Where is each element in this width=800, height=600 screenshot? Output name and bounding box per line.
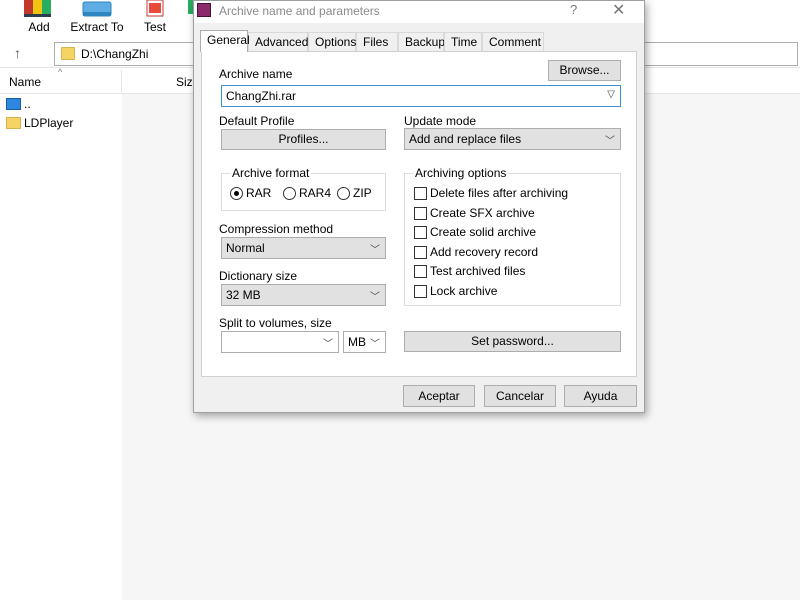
archive-name-input[interactable]: ChangZhi.rar ▽	[221, 85, 621, 107]
column-name[interactable]: Name	[9, 75, 41, 89]
tab-backup[interactable]: Backup	[398, 32, 445, 51]
archive-format-group: Archive format RAR RAR4 ZIP	[221, 166, 386, 211]
recovery-record-label: Add recovery record	[430, 245, 539, 259]
chevron-down-icon[interactable]: ﹀	[323, 335, 333, 350]
zip-radio[interactable]	[337, 187, 350, 200]
parent-folder-icon	[6, 98, 21, 110]
add-label: Add	[28, 20, 50, 34]
cancel-button[interactable]: Cancelar	[484, 385, 556, 407]
help-button[interactable]: Ayuda	[564, 385, 637, 407]
update-mode-value: Add and replace files	[409, 132, 522, 146]
tab-advanced[interactable]: Advanced	[248, 32, 308, 51]
archive-name-label: Archive name	[219, 67, 293, 81]
compression-method-select[interactable]: Normal ﹀	[221, 237, 386, 259]
tab-options[interactable]: Options	[308, 32, 356, 51]
tab-time[interactable]: Time	[444, 32, 482, 51]
extract-folder-icon	[82, 1, 112, 17]
address-path: D:\ChangZhi	[81, 47, 149, 61]
chevron-down-icon: ﹀	[370, 245, 380, 256]
tab-general[interactable]: General	[200, 30, 250, 52]
split-unit-select[interactable]: MB ﹀	[343, 331, 386, 353]
archiving-options-label: Archiving options	[413, 166, 509, 180]
lock-archive-checkbox[interactable]	[414, 285, 427, 298]
general-panel: Archive name Browse... ChangZhi.rar ▽ De…	[201, 51, 637, 377]
test-icon	[146, 0, 164, 17]
extract-to-button[interactable]: Extract To	[68, 0, 126, 34]
lock-archive-label: Lock archive	[430, 284, 498, 298]
test-archived-label: Test archived files	[430, 264, 526, 278]
file-name: ..	[24, 97, 31, 111]
dialog-title: Archive name and parameters	[219, 4, 380, 18]
create-solid-label: Create solid archive	[430, 225, 537, 239]
file-name: LDPlayer	[24, 116, 74, 130]
tab-comment[interactable]: Comment	[482, 32, 544, 51]
archive-dialog: Archive name and parameters ? ✕ General …	[193, 0, 645, 413]
dictionary-size-label: Dictionary size	[219, 269, 298, 283]
delete-files-checkbox[interactable]	[414, 187, 427, 200]
profiles-button[interactable]: Profiles...	[221, 129, 386, 150]
close-icon[interactable]: ✕	[612, 0, 625, 20]
file-list: .. LDPlayer	[0, 94, 122, 600]
test-button[interactable]: Test	[136, 0, 174, 34]
help-icon[interactable]: ?	[570, 2, 577, 17]
sort-up-icon: ^	[58, 67, 63, 77]
update-mode-select[interactable]: Add and replace files ﹀	[404, 128, 621, 150]
rar-radio[interactable]	[230, 187, 243, 200]
chevron-down-icon: ﹀	[370, 339, 380, 350]
update-mode-label: Update mode	[404, 114, 477, 128]
compression-method-value: Normal	[226, 241, 265, 255]
chevron-down-icon: ﹀	[370, 292, 380, 303]
tab-files[interactable]: Files	[356, 32, 398, 51]
rar-label: RAR	[246, 186, 272, 200]
dialog-titlebar[interactable]: Archive name and parameters ? ✕	[194, 1, 644, 23]
dictionary-size-value: 32 MB	[226, 288, 261, 302]
rar4-radio[interactable]	[283, 187, 296, 200]
split-volumes-label: Split to volumes, size	[219, 316, 332, 330]
up-arrow-icon[interactable]: ↑	[14, 45, 21, 61]
compression-method-label: Compression method	[219, 222, 334, 236]
split-size-input[interactable]: ﹀	[221, 331, 339, 353]
test-archived-checkbox[interactable]	[414, 265, 427, 278]
extract-to-label: Extract To	[70, 20, 124, 34]
delete-files-label: Delete files after archiving	[430, 186, 569, 200]
archive-format-label: Archive format	[230, 166, 312, 180]
add-button[interactable]: Add	[18, 0, 60, 34]
chevron-down-icon[interactable]: ▽	[607, 89, 615, 100]
dictionary-size-select[interactable]: 32 MB ﹀	[221, 284, 386, 306]
archive-name-value: ChangZhi.rar	[226, 89, 297, 103]
add-archive-icon	[24, 0, 51, 17]
winrar-app-icon	[197, 3, 211, 17]
zip-label: ZIP	[353, 186, 372, 200]
browse-button[interactable]: Browse...	[548, 60, 621, 81]
recovery-record-checkbox[interactable]	[414, 246, 427, 259]
folder-icon	[6, 117, 21, 129]
rar4-label: RAR4	[299, 186, 332, 200]
default-profile-label: Default Profile	[219, 114, 295, 128]
folder-icon	[61, 47, 75, 60]
test-label: Test	[143, 20, 166, 34]
create-sfx-checkbox[interactable]	[414, 207, 427, 220]
archiving-options-group: Archiving options Delete files after arc…	[404, 166, 621, 306]
split-unit-value: MB	[348, 335, 366, 349]
ok-button[interactable]: Aceptar	[403, 385, 475, 407]
set-password-button[interactable]: Set password...	[404, 331, 621, 352]
column-divider[interactable]	[121, 70, 122, 94]
create-solid-checkbox[interactable]	[414, 226, 427, 239]
chevron-down-icon: ﹀	[605, 136, 615, 147]
create-sfx-label: Create SFX archive	[430, 206, 535, 220]
